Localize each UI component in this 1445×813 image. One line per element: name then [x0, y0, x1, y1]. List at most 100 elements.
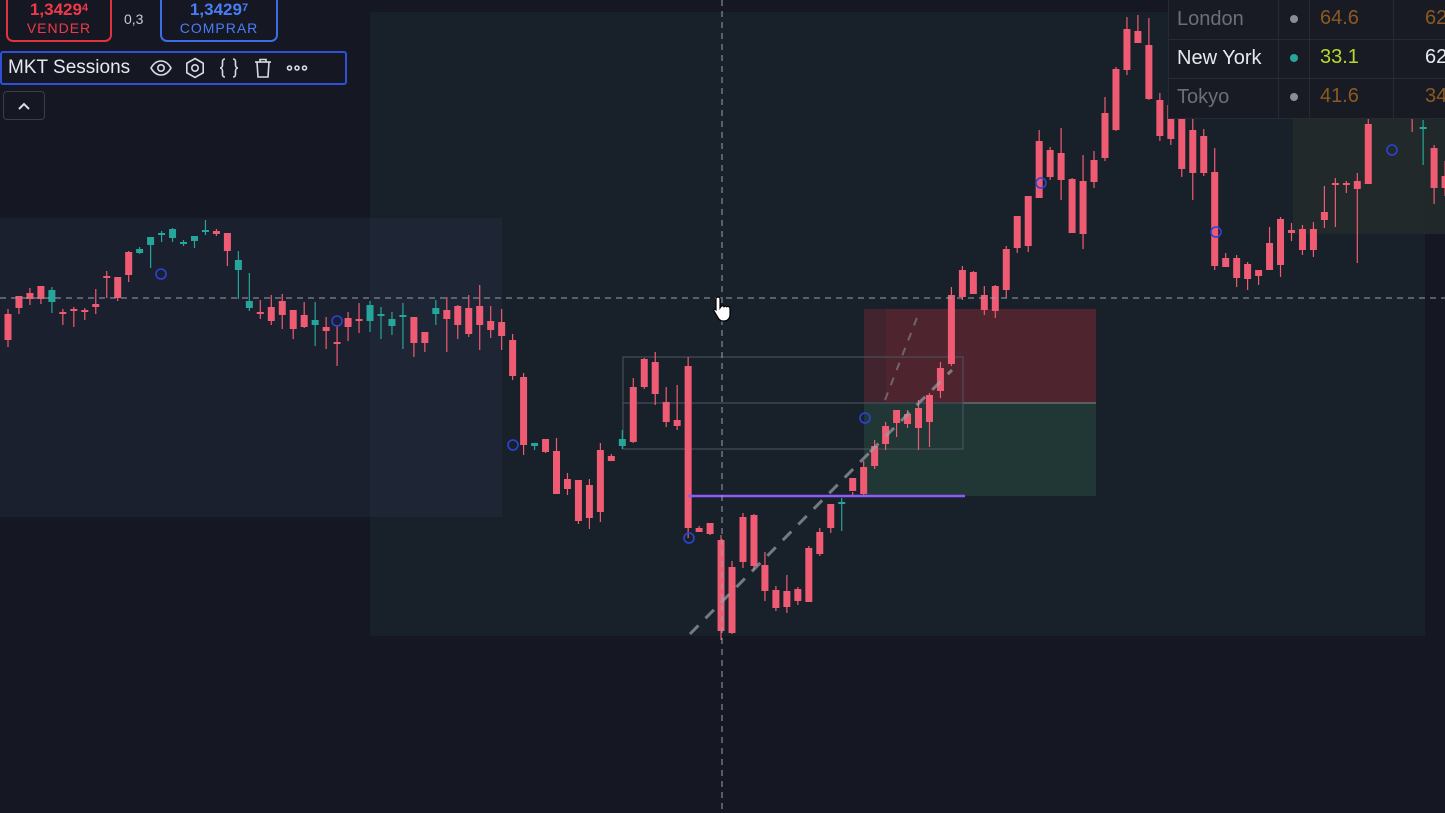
candle-body — [607, 456, 615, 461]
candle-body — [1353, 181, 1361, 189]
candle-body — [147, 237, 155, 245]
candle-body — [48, 290, 56, 302]
session-value: 64.6 — [1320, 7, 1359, 29]
indicator-legend[interactable]: MKT Sessions — [0, 51, 347, 85]
candle-body — [355, 319, 363, 321]
session-row-london: London 64.6 62 — [1169, 0, 1445, 40]
candle-body — [783, 591, 791, 607]
candle-body — [574, 480, 582, 521]
candle-body — [487, 321, 495, 330]
candle-body — [333, 342, 341, 344]
candle-body — [585, 485, 593, 518]
indicator-title: MKT Sessions — [8, 57, 131, 78]
candle-body — [651, 362, 659, 394]
candle-body — [201, 230, 209, 232]
candle-body — [377, 314, 385, 316]
candle-body — [1123, 29, 1131, 70]
candle-body — [1309, 229, 1317, 250]
source-code-icon[interactable] — [212, 53, 246, 83]
candle-body — [838, 502, 846, 504]
candle-body — [256, 312, 264, 314]
candle-body — [794, 589, 802, 601]
candle-body — [706, 523, 714, 534]
candle-body — [410, 317, 418, 343]
candle-body — [925, 395, 933, 422]
spread-value: 0,3 — [124, 11, 144, 27]
candle-body — [223, 233, 231, 251]
buy-button[interactable]: 1,34297 COMPRAR — [160, 0, 278, 42]
candle-body — [1134, 31, 1142, 43]
candle-body — [421, 332, 429, 343]
candle-body — [1441, 176, 1445, 188]
candle-body — [70, 309, 78, 311]
candle-body — [1419, 127, 1427, 129]
session-value-2: 62 — [1425, 7, 1445, 29]
candle-body — [1145, 45, 1153, 99]
candle-body — [1002, 249, 1010, 290]
session-box-left-overlap — [370, 218, 502, 517]
candle-body — [1298, 229, 1306, 250]
candle-body — [684, 366, 692, 528]
sell-price: 1,34294 — [29, 0, 89, 19]
candle-body — [92, 304, 100, 307]
eye-icon[interactable] — [144, 53, 178, 83]
candle-body — [1287, 230, 1295, 233]
candle-body — [432, 308, 440, 314]
session-row-new-york: New York 33.1 62 — [1169, 39, 1445, 79]
settings-icon[interactable] — [178, 53, 212, 83]
trash-icon[interactable] — [246, 53, 280, 83]
candle-body — [399, 315, 407, 317]
candle-body — [300, 315, 308, 327]
session-name: New York — [1177, 47, 1262, 69]
candle-body — [1233, 258, 1241, 278]
candle-body — [728, 567, 736, 633]
candle-body — [245, 301, 253, 308]
candle-body — [1211, 172, 1219, 266]
candle-body — [618, 439, 626, 446]
candle-body — [947, 295, 955, 364]
candle-body — [531, 443, 539, 446]
candle-body — [344, 318, 352, 327]
sessions-table: London 64.6 62 New York 33.1 62 Tokyo 41… — [1168, 0, 1445, 119]
candle-body — [81, 310, 89, 312]
collapse-legend-button[interactable] — [3, 91, 45, 120]
candle-body — [1244, 264, 1252, 279]
candle-body — [1024, 196, 1032, 246]
price-chart[interactable] — [0, 0, 1445, 813]
candle-body — [827, 504, 835, 528]
candle-body — [695, 528, 703, 532]
session-value-2: 62 — [1425, 46, 1445, 68]
candle-body — [267, 307, 275, 321]
candle-body — [1331, 183, 1339, 185]
candle-body — [114, 277, 122, 298]
candle-body — [158, 233, 166, 235]
candle-body — [1189, 130, 1197, 173]
candle-body — [1266, 243, 1274, 270]
candle-body — [520, 377, 528, 445]
candle-body — [849, 478, 857, 491]
candle-body — [37, 286, 45, 299]
candle-body — [860, 467, 868, 494]
session-status-dot — [1290, 15, 1298, 23]
candle-body — [662, 402, 670, 422]
candle-body — [498, 322, 506, 336]
session-name: London — [1177, 8, 1244, 30]
hand-cursor-icon — [713, 296, 731, 322]
session-status-dot — [1290, 54, 1298, 62]
candle-body — [1101, 113, 1109, 158]
candle-body — [366, 305, 374, 321]
session-row-tokyo: Tokyo 41.6 34 — [1169, 78, 1445, 117]
candle-body — [212, 231, 220, 234]
candle-body — [59, 312, 67, 314]
more-icon[interactable] — [280, 53, 314, 83]
candle-body — [103, 276, 111, 278]
candle-body — [190, 236, 198, 241]
session-value: 41.6 — [1320, 85, 1359, 107]
session-status-dot — [1290, 93, 1298, 101]
session-value: 33.1 — [1320, 46, 1359, 68]
candle-body — [234, 260, 242, 270]
session-value-2: 34 — [1425, 85, 1445, 107]
sell-button[interactable]: 1,34294 VENDER — [6, 0, 112, 42]
candle-body — [278, 301, 286, 315]
candle-body — [322, 327, 330, 331]
